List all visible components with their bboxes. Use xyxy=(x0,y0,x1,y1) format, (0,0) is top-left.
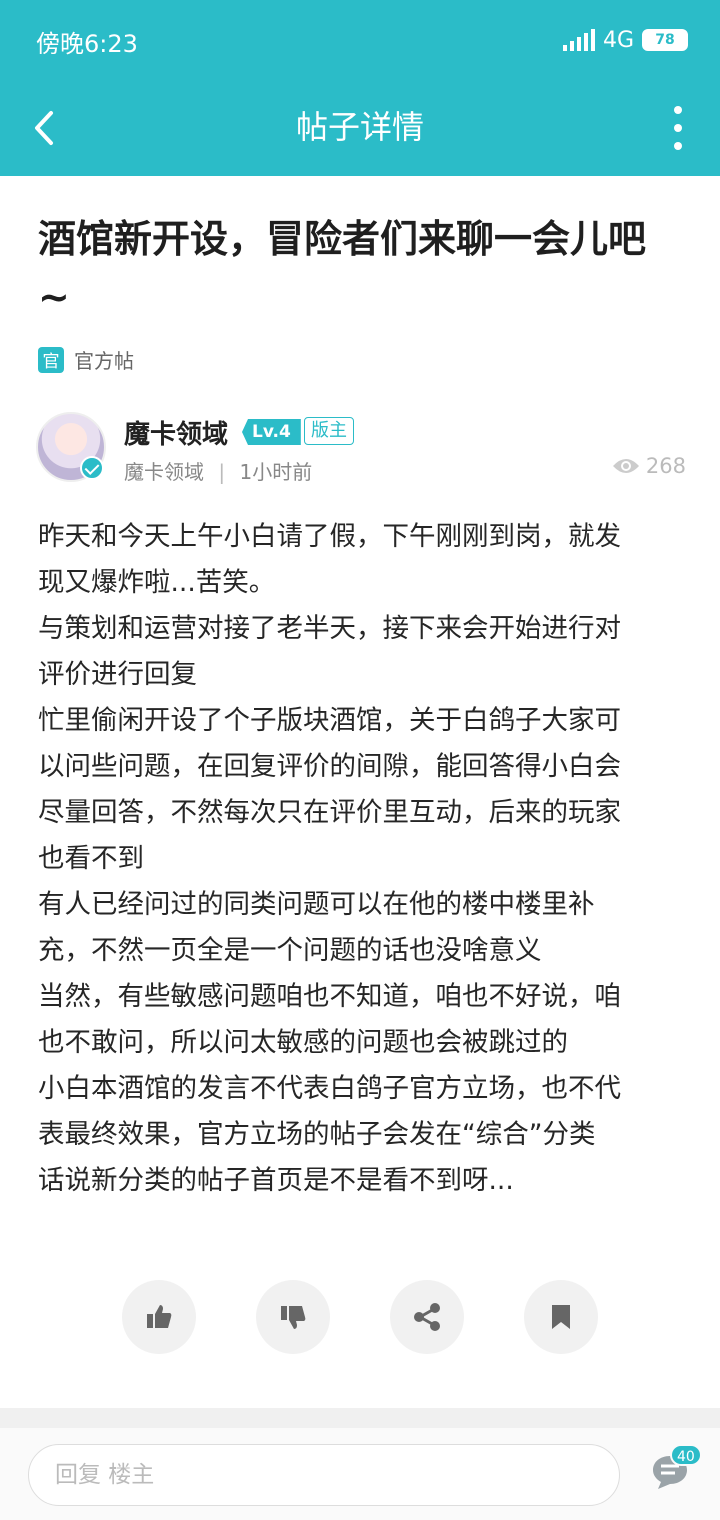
official-tag: 官 官方帖 xyxy=(38,345,134,374)
reply-input[interactable]: 回复 楼主 xyxy=(28,1444,620,1506)
meta-separator: | xyxy=(218,460,226,484)
post-title-line: 酒馆新开设，冒险者们来聊一会儿吧 xyxy=(38,217,647,261)
body-line: 话说新分类的帖子首页是不是看不到呀... xyxy=(38,1165,514,1196)
post-title-line: ~ xyxy=(38,275,70,319)
author-row: 魔卡领域 Lv.4 版主 魔卡领域 | 1小时前 268 xyxy=(36,412,686,488)
verified-icon xyxy=(80,456,104,480)
reply-bar: 回复 楼主 40 xyxy=(0,1428,720,1520)
dislike-button[interactable] xyxy=(256,1280,330,1354)
bookmark-icon xyxy=(552,1305,570,1329)
view-count-value: 268 xyxy=(645,454,686,478)
body-line: 当然，有些敏感问题咱也不知道，咱也不好说，咱 xyxy=(38,981,621,1012)
thumbs-up-icon xyxy=(147,1305,172,1328)
battery-icon: 78 xyxy=(642,29,688,51)
body-line: 评价进行回复 xyxy=(38,659,197,690)
post-title: 酒馆新开设，冒险者们来聊一会儿吧 ~ xyxy=(38,210,688,326)
moderator-badge: 版主 xyxy=(304,417,354,445)
post-meta: 魔卡领域 | 1小时前 xyxy=(124,456,312,485)
comment-count-badge: 40 xyxy=(670,1444,702,1466)
signal-icon xyxy=(562,29,595,51)
body-line: 与策划和运营对接了老半天，接下来会开始进行对 xyxy=(38,613,621,644)
bookmark-button[interactable] xyxy=(524,1280,598,1354)
body-line: 小白本酒馆的发言不代表白鸽子官方立场，也不代 xyxy=(38,1073,621,1104)
body-line: 忙里偷闲开设了个子版块酒馆，关于白鸽子大家可 xyxy=(38,705,621,736)
body-line: 充，不然一页全是一个问题的话也没啥意义 xyxy=(38,935,542,966)
official-label: 官方帖 xyxy=(74,349,134,373)
post-body: 昨天和今天上午小白请了假，下午刚刚到岗，就发 现又爆炸啦...苦笑。 与策划和运… xyxy=(38,514,688,1204)
body-line: 也看不到 xyxy=(38,843,144,874)
body-line: 尽量回答，不然每次只在评价里互动，后来的玩家 xyxy=(38,797,621,828)
battery-level: 78 xyxy=(655,32,675,48)
official-badge: 官 xyxy=(38,346,64,373)
body-line: 也不敢问，所以问太敏感的问题也会被跳过的 xyxy=(38,1027,568,1058)
status-time: 傍晚6:23 xyxy=(36,30,138,58)
body-line: 表最终效果，官方立场的帖子会发在“综合”分类 xyxy=(38,1119,596,1150)
share-button[interactable] xyxy=(390,1280,464,1354)
post-actions xyxy=(122,1280,602,1356)
top-bar: 傍晚6:23 4G 78 帖子详情 xyxy=(0,0,720,176)
author-name[interactable]: 魔卡领域 xyxy=(124,414,228,451)
level-badge: Lv.4 xyxy=(242,419,301,445)
more-icon xyxy=(674,106,682,114)
post-time: 1小时前 xyxy=(239,460,313,484)
network-type: 4G xyxy=(602,27,634,53)
like-button[interactable] xyxy=(122,1280,196,1354)
section-divider xyxy=(0,1408,720,1428)
thumbs-down-icon xyxy=(281,1306,306,1329)
body-line: 现又爆炸啦...苦笑。 xyxy=(38,567,276,598)
page-title: 帖子详情 xyxy=(295,108,424,146)
status-bar: 傍晚6:23 4G 78 xyxy=(0,0,720,80)
more-button[interactable] xyxy=(668,106,688,150)
body-line: 以问些问题，在回复评价的间隙，能回答得小白会 xyxy=(38,751,621,782)
status-indicators: 4G 78 xyxy=(562,26,688,54)
view-count: 268 xyxy=(612,454,686,478)
nav-bar: 帖子详情 xyxy=(0,80,720,176)
body-line: 有人已经问过的同类问题可以在他的楼中楼里补 xyxy=(38,889,595,920)
eye-icon xyxy=(612,459,639,473)
body-line: 昨天和今天上午小白请了假，下午刚刚到岗，就发 xyxy=(38,521,621,552)
section-name[interactable]: 魔卡领域 xyxy=(124,460,204,484)
share-icon xyxy=(414,1303,440,1331)
